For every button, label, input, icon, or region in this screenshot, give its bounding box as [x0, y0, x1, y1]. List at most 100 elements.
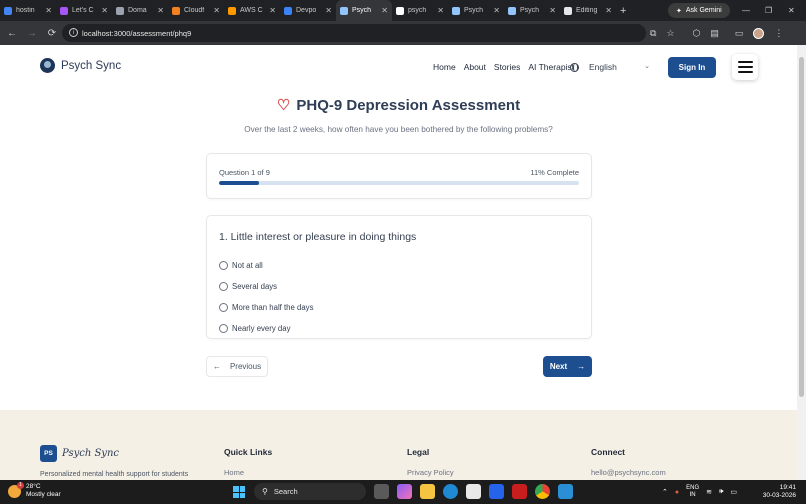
chrome-icon[interactable]	[535, 484, 550, 499]
radio-button[interactable]	[219, 261, 228, 270]
browser-tab[interactable]: psych ✕	[392, 0, 448, 21]
close-tab-icon[interactable]: ✕	[101, 6, 108, 15]
copilot-icon[interactable]	[397, 484, 412, 499]
close-tab-icon[interactable]: ✕	[381, 6, 388, 15]
radio-button[interactable]	[219, 303, 228, 312]
browser-tab[interactable]: Devpo ✕	[280, 0, 336, 21]
footer-link-home[interactable]: Home	[224, 468, 272, 477]
wifi-icon[interactable]: ≋	[706, 488, 712, 496]
browser-tab[interactable]: Doma ✕	[112, 0, 168, 21]
weather-widget[interactable]: 28°C Mostly clear	[8, 481, 61, 499]
answer-option[interactable]: Not at all	[219, 255, 313, 276]
nav-link-home[interactable]: Home	[433, 62, 456, 72]
sign-in-button[interactable]: Sign In	[668, 57, 716, 78]
close-tab-icon[interactable]: ✕	[493, 6, 500, 15]
taskbar-search[interactable]: ⚲ Search	[254, 483, 366, 500]
restore-icon[interactable]: ❐	[765, 0, 772, 21]
extensions-icon[interactable]: ⬡	[693, 28, 701, 39]
vscode-icon[interactable]	[558, 484, 573, 499]
volume-icon[interactable]: 🕪	[719, 488, 723, 496]
browser-tab[interactable]: Psych ✕	[504, 0, 560, 21]
page-scrollbar[interactable]	[797, 45, 806, 480]
close-tab-icon[interactable]: ✕	[269, 6, 276, 15]
scrollbar-thumb[interactable]	[799, 57, 804, 397]
tab-label: Psych	[352, 7, 372, 14]
reload-icon[interactable]: ⟳	[42, 28, 62, 39]
clock-time: 19:41	[779, 484, 796, 491]
tab-label: Psych	[464, 7, 484, 14]
radio-button[interactable]	[219, 282, 228, 291]
taskbar-clock[interactable]: 19:41 30-03-2026	[763, 484, 796, 500]
nav-link-ai-therapist[interactable]: AI Therapist	[528, 62, 574, 72]
bookmark-star-icon[interactable]: ☆	[666, 28, 674, 39]
back-icon[interactable]: ←	[2, 28, 22, 39]
tab-label: Doma	[128, 7, 147, 14]
blue-app-icon[interactable]	[489, 484, 504, 499]
input-language[interactable]: ENG IN	[686, 485, 699, 499]
address-bar[interactable]: i localhost:3000/assessment/phq9	[62, 24, 646, 42]
answer-option[interactable]: Several days	[219, 276, 313, 297]
battery-icon[interactable]: ▭	[730, 488, 737, 496]
footer-col-connect: Connect hello@psychsync.com	[591, 447, 666, 477]
logo-icon	[40, 58, 55, 73]
next-button[interactable]: Next →	[543, 356, 592, 377]
tray-app-icon[interactable]: ●	[675, 489, 679, 496]
windows-start-icon[interactable]	[233, 486, 245, 498]
footer-email-link[interactable]: hello@psychsync.com	[591, 468, 666, 477]
browser-tab[interactable]: Psych ✕	[336, 0, 392, 21]
browser-tab[interactable]: Psych ✕	[448, 0, 504, 21]
forward-icon[interactable]: →	[22, 28, 42, 39]
close-window-icon[interactable]: ✕	[788, 0, 795, 21]
close-tab-icon[interactable]: ✕	[437, 6, 444, 15]
answer-option[interactable]: Nearly every day	[219, 318, 313, 339]
next-label: Next	[549, 362, 568, 371]
profile-avatar[interactable]	[753, 27, 765, 39]
install-app-icon[interactable]: ⧉	[650, 28, 656, 39]
answer-option-label: More than half the days	[232, 303, 314, 312]
browser-tab[interactable]: AWS C ✕	[224, 0, 280, 21]
cloudflare-icon	[172, 6, 180, 15]
site-logo[interactable]: Psych Sync	[40, 58, 121, 73]
site-info-icon[interactable]: i	[69, 28, 78, 37]
close-tab-icon[interactable]: ✕	[157, 6, 164, 15]
browser-tab[interactable]: Let's C ✕	[56, 0, 112, 21]
main-nav: Home About Stories AI Therapist	[433, 62, 574, 72]
tab-label: Editing	[576, 7, 598, 14]
nav-link-about[interactable]: About	[464, 62, 486, 72]
answer-option-label: Nearly every day	[232, 324, 291, 333]
footer-link-privacy[interactable]: Privacy Policy	[407, 468, 454, 477]
browser-tab[interactable]: hostin ✕	[0, 0, 56, 21]
browser-tab[interactable]: Editing ✕	[560, 0, 616, 21]
ask-gemini-button[interactable]: ✦ Ask Gemini	[668, 3, 730, 18]
new-tab-icon[interactable]: +	[620, 5, 626, 17]
file-explorer-icon[interactable]	[420, 484, 435, 499]
answer-option[interactable]: More than half the days	[219, 297, 313, 318]
hamburger-menu-button[interactable]	[732, 54, 758, 80]
close-tab-icon[interactable]: ✕	[325, 6, 332, 15]
page-viewport: Psych Sync Home About Stories AI Therapist …	[0, 45, 797, 480]
edge-icon[interactable]	[443, 484, 458, 499]
page-subtitle: Over the last 2 weeks, how often have yo…	[244, 125, 553, 134]
footer-logo[interactable]: PS Psych Sync	[40, 445, 119, 462]
language-select[interactable]: English ⌄	[570, 57, 658, 77]
cast-icon[interactable]: ▭	[735, 28, 744, 39]
mcafee-icon[interactable]	[512, 484, 527, 499]
side-panel-icon[interactable]: ▤	[710, 28, 719, 39]
close-tab-icon[interactable]: ✕	[45, 6, 52, 15]
radio-button[interactable]	[219, 324, 228, 333]
tab-label: Cloudf	[184, 7, 205, 14]
store-icon[interactable]	[466, 484, 481, 499]
browser-menu-icon[interactable]: ⋮	[774, 28, 783, 39]
answer-option-label: Not at all	[232, 261, 263, 270]
browser-tab[interactable]: Cloudf ✕	[168, 0, 224, 21]
footer-tagline: Personalized mental health support for s…	[40, 471, 189, 478]
minimize-icon[interactable]: —	[742, 0, 750, 21]
previous-button[interactable]: ← Previous	[206, 356, 268, 377]
close-tab-icon[interactable]: ✕	[549, 6, 556, 15]
progress-bar-fill	[219, 181, 259, 185]
close-tab-icon[interactable]: ✕	[605, 6, 612, 15]
nav-link-stories[interactable]: Stories	[494, 62, 520, 72]
tray-overflow-icon[interactable]: ⌃	[662, 488, 668, 496]
close-tab-icon[interactable]: ✕	[213, 6, 220, 15]
task-view-icon[interactable]	[374, 484, 389, 499]
